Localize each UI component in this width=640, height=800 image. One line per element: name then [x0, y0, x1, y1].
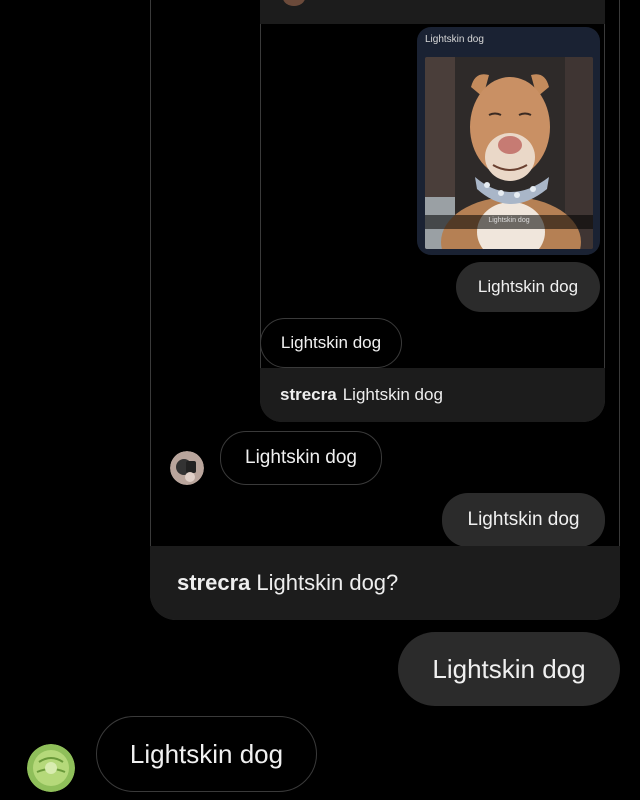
outer-reply-username: strecra — [177, 570, 251, 595]
shared-post-header: Lightskin dog — [425, 34, 484, 45]
sender-avatar[interactable] — [27, 744, 75, 792]
inner-reply-quote[interactable]: strecra Lightskin dog — [260, 368, 605, 422]
nested-message-incoming-2[interactable]: Lightskin dog — [220, 431, 382, 485]
shared-post-card[interactable]: Lightskin dog Lightskin dog — [417, 27, 600, 255]
message-outgoing[interactable]: Lightskin dog — [398, 632, 620, 706]
nested-message-outgoing-1[interactable]: Lightskin dog — [456, 262, 600, 312]
dog-photo[interactable]: Lightskin dog — [425, 57, 593, 249]
inner-reply-username: strecra — [280, 385, 337, 404]
outer-reply-quote[interactable]: strecra Lightskin dog? — [150, 546, 620, 620]
inner-reply-text: Lightskin dog — [342, 385, 443, 404]
avatar-image — [170, 451, 204, 485]
nested-message-incoming-1[interactable]: Lightskin dog — [260, 318, 402, 368]
previous-quote-strip — [260, 0, 605, 24]
outer-reply-text: Lightskin dog? — [256, 570, 399, 595]
dog-photo-caption: Lightskin dog — [488, 217, 530, 224]
sender-avatar-small[interactable] — [170, 451, 204, 485]
nested-message-outgoing-2[interactable]: Lightskin dog — [442, 493, 605, 547]
avatar-image — [27, 744, 75, 792]
message-incoming[interactable]: Lightskin dog — [96, 716, 317, 792]
